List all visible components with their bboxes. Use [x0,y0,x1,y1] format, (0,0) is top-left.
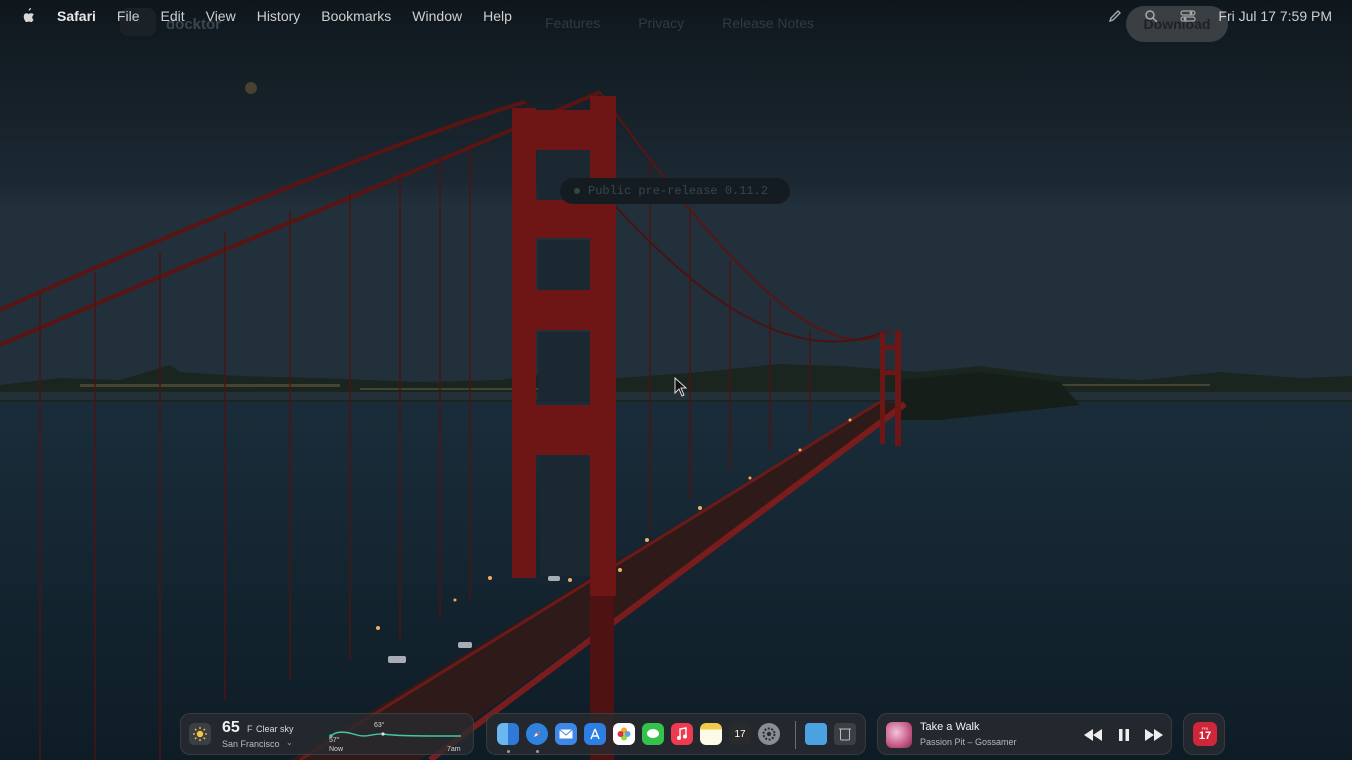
calendar-icon[interactable]: 17 [729,723,751,745]
menu-bar-clock[interactable]: Fri Jul 17 7:59 PM [1218,8,1332,24]
menu-view[interactable]: View [206,8,236,24]
messages-icon[interactable] [642,723,664,745]
prerelease-badge: Public pre-release 0.11.2 [560,178,790,204]
app-store-icon[interactable] [584,723,606,745]
weather-unit: F [247,724,253,734]
previous-track-icon[interactable] [1083,726,1103,744]
dock: 17 [486,713,866,755]
trash-icon[interactable] [834,723,856,745]
photos-icon[interactable] [613,723,635,745]
weather-condition: Clear sky [256,724,294,734]
weather-widget[interactable]: 65 F Clear sky San Francisco ⌄ 63° 57° N… [180,713,474,755]
running-indicator [536,750,539,753]
sun-icon [189,723,211,745]
weather-location[interactable]: San Francisco [222,739,280,749]
calendar-widget[interactable]: FRI 17 [1183,713,1225,755]
pencil-icon[interactable] [1108,9,1122,23]
prerelease-badge-label: Public pre-release 0.11.2 [588,184,769,198]
status-dot-icon [574,188,580,194]
safari-icon[interactable] [526,723,548,745]
menu-app-name[interactable]: Safari [57,8,96,24]
folder-icon[interactable] [805,723,827,745]
forecast-now-label: Now [329,746,344,753]
mail-icon[interactable] [555,723,577,745]
next-track-icon[interactable] [1144,726,1164,744]
menu-bookmarks[interactable]: Bookmarks [321,8,391,24]
calendar-icon-date: 17 [734,728,746,740]
menu-edit[interactable]: Edit [160,8,184,24]
finder-icon[interactable] [497,723,519,745]
running-indicator [507,750,510,753]
album-art [886,722,912,748]
chevron-down-icon[interactable]: ⌄ [286,738,293,747]
menu-history[interactable]: History [257,8,301,24]
now-playing-widget[interactable]: Take a Walk Passion Pit – Gossamer [877,713,1172,755]
weather-temperature: 65 [222,719,240,736]
menu-window[interactable]: Window [412,8,462,24]
mouse-cursor-icon [674,377,688,397]
temperature-forecast-graph: 63° 57° Now 7am [327,720,465,753]
track-artist: Passion Pit – Gossamer [920,737,1017,747]
menu-help[interactable]: Help [483,8,512,24]
search-icon[interactable] [1144,9,1158,23]
music-icon[interactable] [671,723,693,745]
forecast-high-label: 63° [374,722,385,729]
calendar-date: 17 [1198,730,1212,742]
calendar-date-icon: FRI 17 [1193,722,1217,746]
notes-icon[interactable] [700,723,722,745]
forecast-end-label: 7am [447,746,461,753]
menu-bar: Safari File Edit View History Bookmarks … [0,0,1352,32]
menu-bar-status-area: Fri Jul 17 7:59 PM [1108,0,1332,32]
apple-icon[interactable] [20,7,36,25]
menu-file[interactable]: File [117,8,140,24]
settings-icon[interactable] [758,723,780,745]
control-center-icon[interactable] [1180,9,1196,23]
pause-icon[interactable] [1114,726,1134,744]
forecast-now-temp: 57° [329,737,340,744]
dock-separator [795,721,796,749]
track-title: Take a Walk [920,721,980,733]
